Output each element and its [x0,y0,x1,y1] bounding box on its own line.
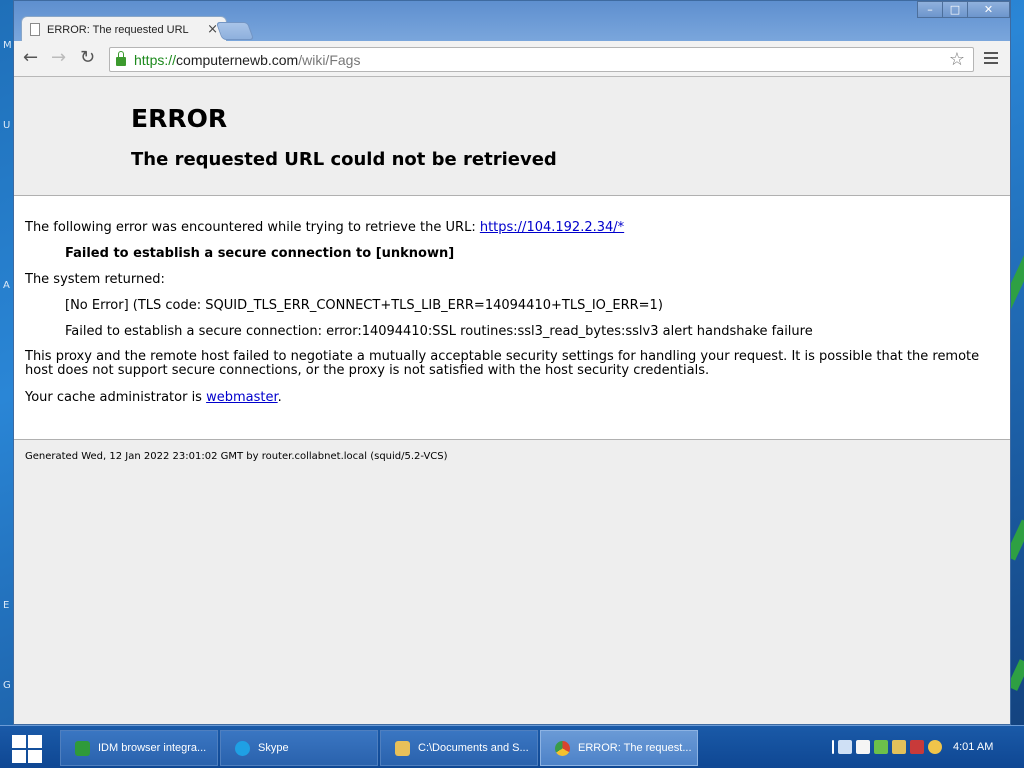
bookmark-star-icon[interactable]: ☆ [949,49,965,70]
taskbar-item-explorer[interactable]: C:\Documents and S... [380,730,538,766]
title-bar: ERROR: The requested URL × – □ ✕ [14,1,1010,42]
error-title: ERROR [131,104,228,133]
skype-icon [235,740,250,756]
admin-line: Your cache administrator is webmaster. [25,390,282,405]
back-arrow-icon[interactable]: ← [23,49,38,67]
tls-error-code: [No Error] (TLS code: SQUID_TLS_ERR_CONN… [65,298,663,313]
taskbar-label: ERROR: The request... [578,742,692,754]
address-bar[interactable]: https:// computernewb.com /wiki/Fags ☆ [109,47,974,72]
requested-url-link[interactable]: https://104.192.2.34/* [480,220,624,235]
shield-icon[interactable] [892,740,906,754]
taskbar: IDM browser integra... Skype C:\Document… [0,725,1024,768]
error-header [14,77,1010,196]
intro-line: The following error was encountered whil… [25,220,624,235]
desktop-letter: E [3,600,10,611]
reload-icon[interactable]: ↻ [80,49,95,67]
minimize-button[interactable]: – [917,1,943,18]
desktop-letter: A [3,280,10,291]
error-subtitle: The requested URL could not be retrieved [131,149,557,170]
admin-suffix: . [277,390,282,405]
security-icon[interactable] [910,740,924,754]
taskbar-label: C:\Documents and S... [418,742,529,754]
generated-footer: Generated Wed, 12 Jan 2022 23:01:02 GMT … [25,451,448,462]
tab-title: ERROR: The requested URL [47,23,189,36]
start-button[interactable] [10,733,44,763]
close-window-button[interactable]: ✕ [967,1,1010,18]
new-tab-button[interactable] [215,22,255,40]
url-scheme: https:// [134,51,177,68]
chrome-menu-icon[interactable] [984,52,998,67]
tray-divider-icon [832,740,834,754]
desktop-letter: M [3,40,12,51]
browser-toolbar: ← → ↻ https:// computernewb.com /wiki/Fa… [14,41,1010,77]
taskbar-item-skype[interactable]: Skype [220,730,378,766]
browser-tab[interactable]: ERROR: The requested URL × [21,16,227,42]
forward-arrow-icon[interactable]: → [51,49,66,67]
clock[interactable]: 4:01 AM [953,741,993,753]
taskbar-item-chrome[interactable]: ERROR: The request... [540,730,698,766]
browser-window: ERROR: The requested URL × – □ ✕ ← → ↻ h… [13,0,1011,725]
maximize-button[interactable]: □ [942,1,968,18]
taskbar-label: IDM browser integra... [98,742,207,754]
green-app-icon[interactable] [874,740,888,754]
system-returned-label: The system returned: [25,272,165,287]
url-path: /wiki/Fags [298,51,361,68]
ssl-error-message: Failed to establish a secure connection:… [65,324,813,339]
explanation-text: This proxy and the remote host failed to… [25,349,980,378]
smiley-icon[interactable] [928,740,942,754]
url-host: computernewb.com [176,51,299,68]
failed-message: Failed to establish a secure connection … [65,246,455,261]
folder-icon [395,740,410,756]
admin-prefix: Your cache administrator is [25,390,207,405]
chrome-icon [555,740,570,756]
intro-text: The following error was encountered whil… [25,220,480,235]
webmaster-link[interactable]: webmaster [206,390,278,405]
idm-icon [75,740,90,756]
desktop-letter: G [3,680,11,691]
system-tray [832,740,942,754]
action-center-icon[interactable] [856,740,870,754]
taskbar-label: Skype [258,742,289,754]
page-icon [30,23,40,36]
page-content: ERROR The requested URL could not be ret… [14,77,1010,724]
taskbar-item-idm[interactable]: IDM browser integra... [60,730,218,766]
desktop-letter: U [3,120,11,131]
network-icon[interactable] [838,740,852,754]
lock-icon [116,51,126,66]
